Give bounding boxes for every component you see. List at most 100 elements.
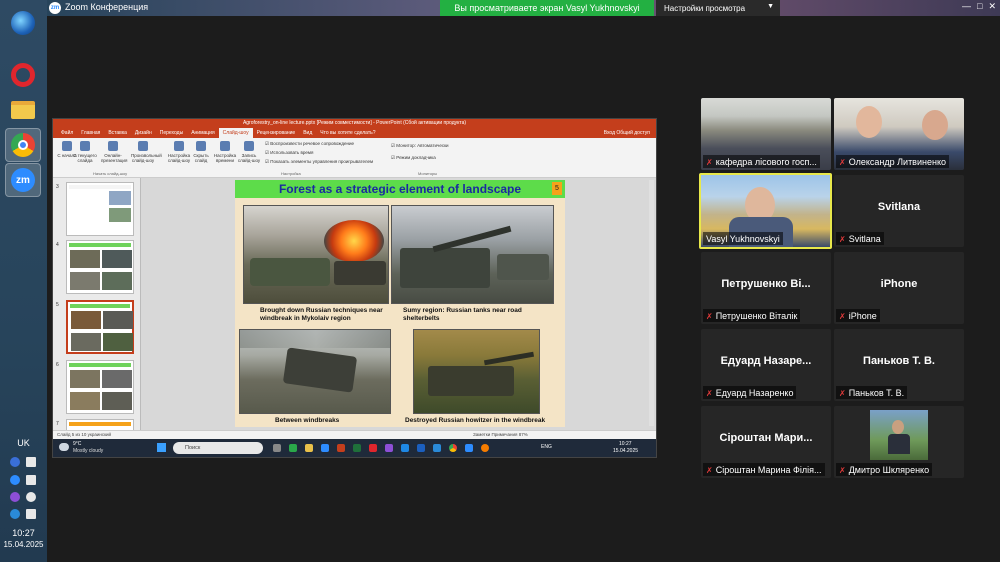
signin-share[interactable]: Вход Общий доступ bbox=[598, 128, 656, 138]
start-icon[interactable] bbox=[157, 443, 166, 452]
close-button[interactable]: ✕ bbox=[988, 1, 996, 12]
viber-tray-icon[interactable] bbox=[10, 492, 20, 502]
inner-lang[interactable]: ENG bbox=[541, 444, 552, 450]
thumb-number: 5 bbox=[56, 302, 59, 308]
vertical-scrollbar[interactable] bbox=[649, 180, 654, 426]
participant-display-name: Едуард Назаре... bbox=[720, 355, 812, 367]
tab-home[interactable]: Главная bbox=[77, 128, 104, 138]
mic-off-icon: ✗ bbox=[839, 311, 846, 321]
inner-time[interactable]: 10:27 bbox=[619, 441, 632, 447]
hide-slide-button[interactable]: Скрыть слайд bbox=[189, 141, 213, 163]
participant-tile[interactable]: Паньков Т. В. ✗ Паньков Т. В. bbox=[834, 329, 964, 401]
file-explorer-button[interactable] bbox=[5, 93, 41, 127]
slide-number-badge: 5 bbox=[552, 182, 562, 195]
help-icon[interactable] bbox=[10, 457, 20, 467]
chrome-icon[interactable] bbox=[449, 444, 457, 452]
participant-tile[interactable]: ✗ кафедра лісового госп... bbox=[701, 98, 831, 170]
tray-expand-icon[interactable] bbox=[26, 509, 36, 519]
zoom-app-button[interactable]: zm bbox=[5, 163, 41, 197]
chevron-down-icon: ▼ bbox=[767, 3, 774, 10]
start-button[interactable] bbox=[5, 6, 41, 40]
participant-name: Дмитро Шкляренко bbox=[848, 465, 930, 475]
app-icon[interactable] bbox=[289, 444, 297, 452]
viber-icon[interactable] bbox=[385, 444, 393, 452]
app-icon[interactable] bbox=[433, 444, 441, 452]
app-icon[interactable] bbox=[417, 444, 425, 452]
language-indicator[interactable]: UK bbox=[0, 438, 47, 448]
participant-tile[interactable]: iPhone ✗ iPhone bbox=[834, 252, 964, 324]
participant-tile-active-speaker[interactable]: Vasyl Yukhnovskyi bbox=[699, 173, 832, 249]
shared-screen[interactable]: Agroforestry_on-line lecture.pptx [Режим… bbox=[52, 118, 657, 458]
mic-off-icon: ✗ bbox=[839, 465, 846, 475]
opera-app-button[interactable] bbox=[5, 58, 41, 92]
tab-insert[interactable]: Вставка bbox=[104, 128, 131, 138]
slide-thumbnail[interactable] bbox=[66, 240, 134, 294]
participant-tile[interactable]: Едуард Назаре... ✗ Едуард Назаренко bbox=[701, 329, 831, 401]
thumb-title-bar bbox=[69, 363, 131, 367]
participant-tile[interactable]: ✗ Олександр Литвиненко bbox=[834, 98, 964, 170]
status-view-controls[interactable]: Заметки Примечания 87% bbox=[473, 432, 528, 437]
app-icon[interactable] bbox=[481, 444, 489, 452]
tell-me-search[interactable]: Что вы хотите сделать? bbox=[316, 128, 379, 138]
maximize-button[interactable]: □ bbox=[977, 1, 982, 12]
use-timings-checkbox[interactable]: Использовать время bbox=[265, 150, 313, 156]
rehearse-timings-button[interactable]: Настройка времени bbox=[213, 141, 237, 163]
tab-design[interactable]: Дизайн bbox=[131, 128, 156, 138]
tab-slideshow[interactable]: Слайд-шоу bbox=[218, 128, 253, 138]
task-view-icon[interactable] bbox=[273, 444, 281, 452]
minimize-button[interactable]: — bbox=[962, 1, 971, 12]
tab-view[interactable]: Вид bbox=[299, 128, 316, 138]
powerpoint-icon[interactable] bbox=[337, 444, 345, 452]
slide-thumbnail-selected[interactable] bbox=[66, 300, 134, 354]
tab-review[interactable]: Рецензирование bbox=[253, 128, 300, 138]
zoom-tray-icon[interactable] bbox=[10, 475, 20, 485]
skype-tray-icon[interactable] bbox=[10, 509, 20, 519]
taskbar-search[interactable]: Поиск bbox=[173, 442, 263, 454]
clock-time[interactable]: 10:27 bbox=[0, 528, 47, 538]
thumb-image bbox=[103, 311, 133, 329]
app-icon[interactable] bbox=[353, 444, 361, 452]
setup-slideshow-button[interactable]: Настройка слайд-шоу bbox=[167, 141, 191, 163]
participant-tile[interactable]: Svitlana ✗ Svitlana bbox=[834, 175, 964, 247]
volume-icon[interactable] bbox=[26, 492, 36, 502]
present-online-button[interactable]: Онлайн-презентация bbox=[101, 141, 127, 163]
battery-icon[interactable] bbox=[26, 475, 36, 485]
thumb-image bbox=[102, 392, 132, 410]
ribbon-tabs: Файл Главная Вставка Дизайн Переходы Ани… bbox=[53, 128, 656, 138]
app-icon[interactable] bbox=[401, 444, 409, 452]
tab-file[interactable]: Файл bbox=[57, 128, 77, 138]
slide-thumbnail[interactable] bbox=[66, 182, 134, 236]
custom-slideshow-button[interactable]: Произвольный слайд-шоу bbox=[131, 141, 162, 163]
participant-tile[interactable]: Сіроштан Мари... ✗ Сіроштан Марина Філія… bbox=[701, 406, 831, 478]
zoom-icon[interactable] bbox=[465, 444, 473, 452]
app-icon[interactable] bbox=[321, 444, 329, 452]
participant-name-bar: ✗ кафедра лісового госп... bbox=[703, 155, 820, 168]
participant-tile[interactable]: Петрушенко Ві... ✗ Петрушенко Віталік bbox=[701, 252, 831, 324]
chrome-app-button[interactable] bbox=[5, 128, 41, 162]
thumb-number: 7 bbox=[56, 421, 59, 427]
from-current-button[interactable]: С текущего слайда bbox=[73, 141, 97, 163]
folder-icon[interactable] bbox=[305, 444, 313, 452]
slide-thumbnail[interactable] bbox=[66, 360, 134, 414]
participant-name-bar: ✗ Едуард Назаренко bbox=[703, 386, 797, 399]
mic-off-icon: ✗ bbox=[839, 388, 846, 398]
app-icon[interactable] bbox=[369, 444, 377, 452]
inner-date[interactable]: 15.04.2025 bbox=[613, 448, 638, 454]
thumb-title-bar bbox=[70, 304, 130, 308]
slide-thumbnails-pane[interactable]: 3 4 5 6 7 bbox=[53, 178, 141, 430]
slide-thumbnail[interactable] bbox=[66, 419, 134, 430]
presenter-view-checkbox[interactable]: Режим докладчика bbox=[391, 155, 435, 161]
participant-tile[interactable]: ✗ Дмитро Шкляренко bbox=[834, 406, 964, 478]
record-slideshow-button[interactable]: Запись слайд-шоу bbox=[237, 141, 261, 163]
tab-transitions[interactable]: Переходы bbox=[156, 128, 187, 138]
monitor-select[interactable]: Монитор: Автоматически bbox=[391, 143, 448, 149]
tab-animations[interactable]: Анимация bbox=[187, 128, 218, 138]
media-controls-checkbox[interactable]: Показать элементы управления проигрывате… bbox=[265, 159, 373, 165]
network-icon[interactable] bbox=[26, 457, 36, 467]
timer-icon bbox=[220, 141, 230, 151]
narrations-checkbox[interactable]: Воспроизвести речевое сопровождение bbox=[265, 141, 354, 147]
view-options-button[interactable]: Настройки просмотра ▼ bbox=[656, 0, 780, 16]
record-icon bbox=[244, 141, 254, 151]
clock-date[interactable]: 15.04.2025 bbox=[0, 540, 47, 549]
current-slide[interactable]: Forest as a strategic element of landsca… bbox=[235, 180, 565, 427]
